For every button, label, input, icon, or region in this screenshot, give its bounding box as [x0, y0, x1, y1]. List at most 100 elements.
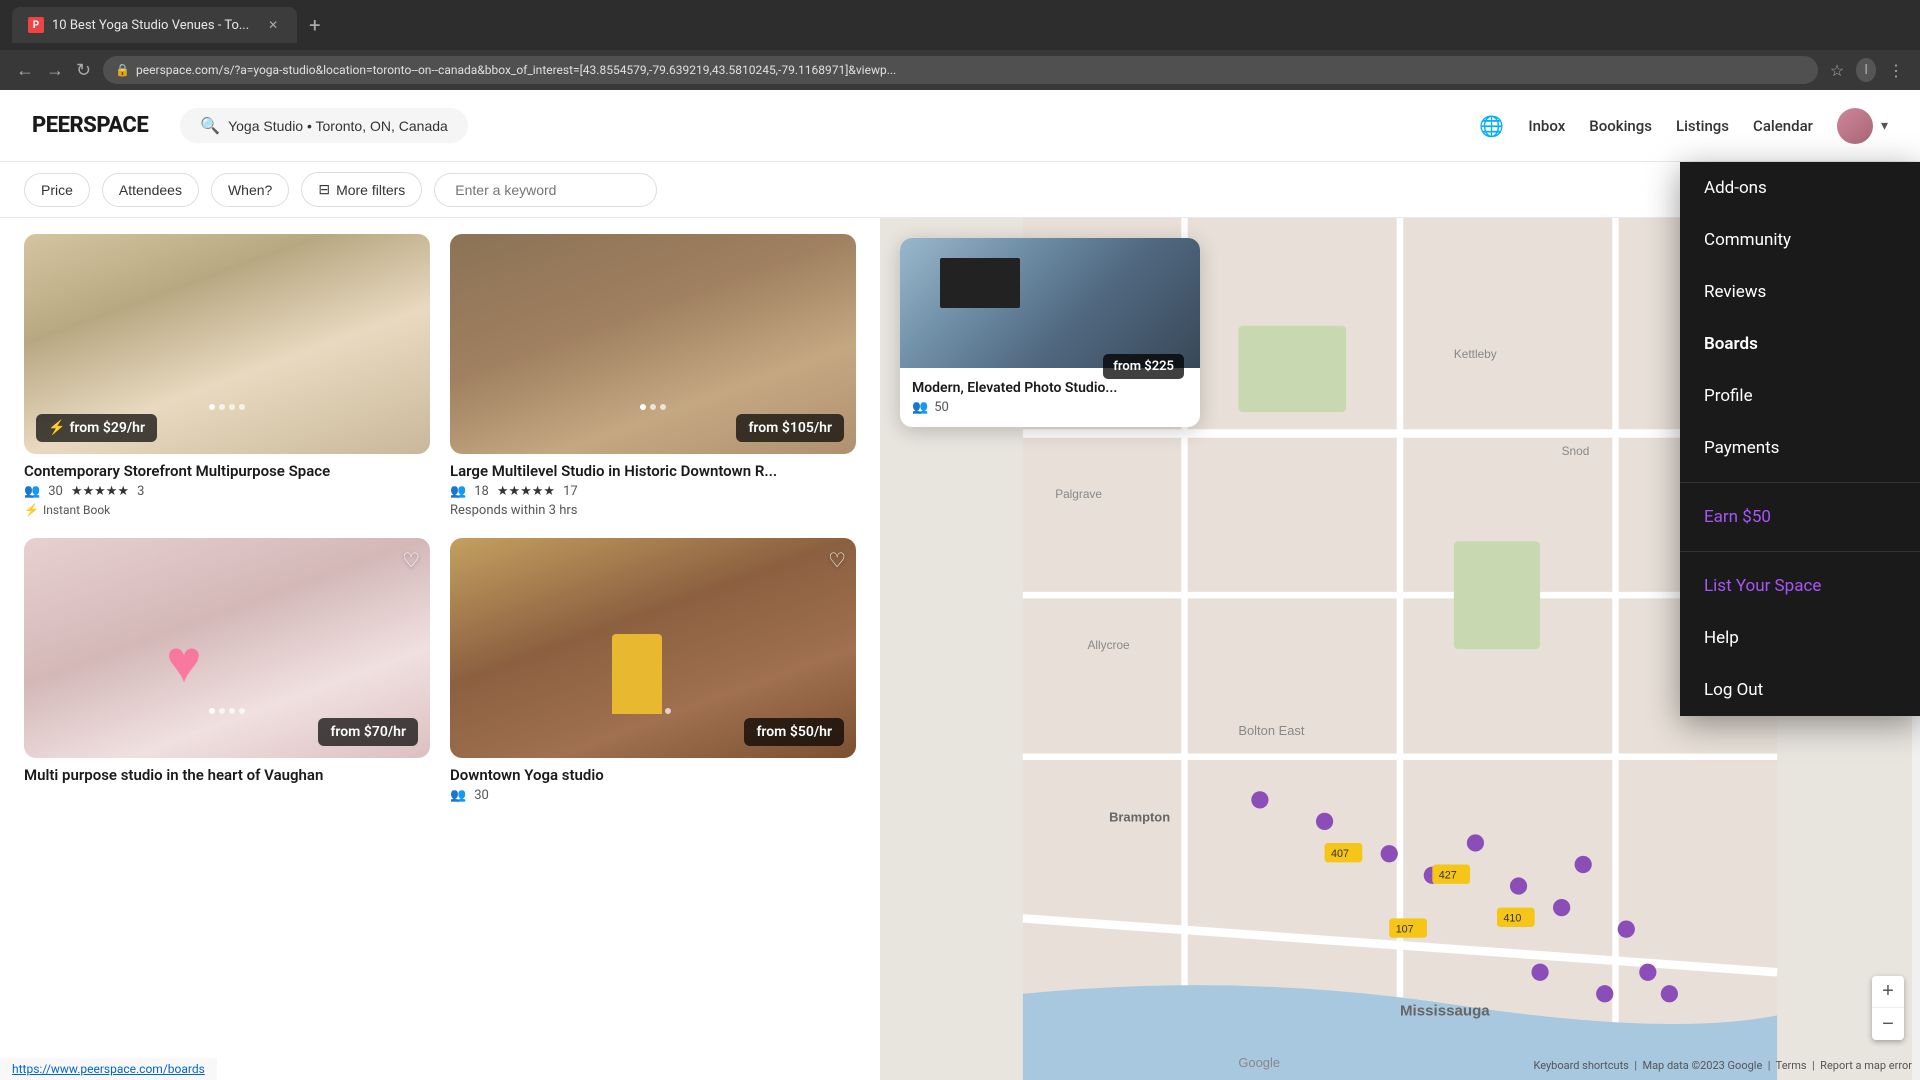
dropdown-item-help[interactable]: Help: [1680, 612, 1920, 664]
search-icon: 🔍: [200, 116, 220, 135]
instant-book-badge: ⚡ Instant Book: [24, 503, 110, 517]
search-input[interactable]: [228, 118, 448, 134]
reload-button[interactable]: ↻: [76, 60, 91, 81]
main-content: ⚡ from $29/hr Contemporary Storefront Mu…: [0, 218, 1920, 1080]
search-bar[interactable]: 🔍: [180, 108, 468, 143]
header-nav: 🌐 Inbox Bookings Listings Calendar ▾: [1479, 108, 1888, 144]
review-count: 17: [563, 484, 578, 499]
review-count: 3: [137, 484, 144, 499]
nav-inbox[interactable]: Inbox: [1528, 117, 1565, 135]
attendees-icon: 👥: [24, 484, 40, 499]
browser-title-bar: P 10 Best Yoga Studio Venues - To... ✕ +: [0, 0, 1920, 50]
svg-text:410: 410: [1503, 913, 1521, 925]
dot: [650, 404, 656, 410]
back-button[interactable]: ←: [16, 60, 34, 81]
nav-calendar[interactable]: Calendar: [1753, 117, 1813, 135]
svg-text:407: 407: [1331, 848, 1349, 860]
user-dropdown-menu: Add-ons Community Reviews Boards Profile…: [1680, 162, 1920, 716]
price-filter-button[interactable]: Price: [24, 173, 90, 207]
listing-meta: 👥 30: [450, 788, 856, 803]
listing-title: Large Multilevel Studio in Historic Down…: [450, 462, 856, 480]
attendees-icon: 👥: [450, 484, 466, 499]
listing-card[interactable]: ♡ from $70/hr ♥ Multi purpose studio in …: [24, 538, 430, 803]
favorite-button[interactable]: ♡: [828, 548, 846, 572]
price-badge: from $70/hr: [318, 718, 418, 746]
favorite-button[interactable]: ♡: [402, 548, 420, 572]
attendees-filter-button[interactable]: Attendees: [102, 173, 199, 207]
dropdown-item-community[interactable]: Community: [1680, 214, 1920, 266]
map-card-title: Modern, Elevated Photo Studio...: [912, 380, 1188, 396]
listing-title: Multi purpose studio in the heart of Vau…: [24, 766, 430, 784]
nav-bookings[interactable]: Bookings: [1589, 117, 1652, 135]
dropdown-item-payments[interactable]: Payments: [1680, 422, 1920, 474]
filter-icon: ⊟: [318, 181, 330, 198]
dropdown-divider: [1680, 551, 1920, 552]
svg-text:Snod: Snod: [1562, 444, 1590, 458]
dropdown-item-earn[interactable]: Earn $50: [1680, 491, 1920, 543]
avatar-button[interactable]: ▾: [1837, 108, 1888, 144]
zoom-in-button[interactable]: +: [1872, 976, 1904, 1008]
svg-text:107: 107: [1396, 923, 1414, 935]
map-card-price: from $225: [1103, 354, 1184, 379]
more-filters-button[interactable]: ⊟ More filters: [301, 172, 422, 207]
price-badge: from $50/hr: [744, 718, 844, 746]
more-options-icon[interactable]: ⋮: [1888, 61, 1904, 80]
dot: [229, 404, 235, 410]
filter-bar: Price Attendees When? ⊟ More filters: [0, 162, 1920, 218]
listing-image: ⚡ from $29/hr: [24, 234, 430, 454]
status-url: https://www.peerspace.com/boards: [12, 1062, 205, 1076]
price-badge: from $105/hr: [736, 414, 844, 442]
dropdown-item-list-space[interactable]: List Your Space: [1680, 560, 1920, 612]
site-logo[interactable]: PEERSPACE: [32, 113, 148, 138]
forward-button[interactable]: →: [46, 60, 64, 81]
dropdown-item-addons[interactable]: Add-ons: [1680, 162, 1920, 214]
dot: [209, 708, 215, 714]
lightning-price-badge: ⚡ from $29/hr: [36, 414, 157, 442]
avatar: [1837, 108, 1873, 144]
keyword-input[interactable]: [434, 173, 657, 207]
new-tab-button[interactable]: +: [309, 13, 320, 37]
image-dots: [209, 404, 245, 410]
when-filter-button[interactable]: When?: [211, 173, 289, 207]
zoom-out-button[interactable]: −: [1872, 1008, 1904, 1040]
tab-close-button[interactable]: ✕: [265, 17, 281, 33]
globe-icon[interactable]: 🌐: [1479, 114, 1504, 138]
dot: [239, 708, 245, 714]
listing-card[interactable]: ⚡ from $29/hr Contemporary Storefront Mu…: [24, 234, 430, 518]
chevron-down-icon: ▾: [1881, 118, 1888, 134]
dot: [219, 404, 225, 410]
decorative-door: [612, 634, 662, 714]
map-listing-card[interactable]: Modern, Elevated Photo Studio... 👥 50 fr…: [900, 238, 1200, 427]
lock-icon: 🔒: [115, 63, 130, 77]
map-card-attendees: 50: [934, 400, 949, 415]
lightning-small-icon: ⚡: [24, 503, 39, 517]
dot: [640, 404, 646, 410]
listing-card[interactable]: ♡ from $50/hr Downtown Yoga studio: [450, 538, 856, 803]
url-text: peerspace.com/s/?a=yoga-studio&location=…: [136, 63, 896, 77]
map-card-image: [900, 238, 1200, 368]
attendees-count: 30: [48, 484, 63, 499]
attendees-icon: 👥: [450, 788, 466, 803]
listing-meta: 👥 30 ★★★★★ 3: [24, 484, 430, 499]
image-dots: [640, 404, 666, 410]
address-bar[interactable]: 🔒 peerspace.com/s/?a=yoga-studio&locatio…: [103, 56, 1818, 84]
bookmark-icon[interactable]: ☆: [1830, 61, 1844, 80]
site-header: PEERSPACE 🔍 🌐 Inbox Bookings Listings Ca…: [0, 90, 1920, 162]
favicon: P: [28, 17, 44, 33]
star-rating: ★★★★★: [71, 484, 129, 499]
listing-card[interactable]: from $105/hr Large Multilevel Studio in …: [450, 234, 856, 518]
dot: [209, 404, 215, 410]
tab-title: 10 Best Yoga Studio Venues - To...: [52, 18, 249, 33]
dropdown-item-profile[interactable]: Profile: [1680, 370, 1920, 422]
listing-image: ♡ from $70/hr ♥: [24, 538, 430, 758]
map-attribution: Keyboard shortcuts | Map data ©2023 Goog…: [1533, 1059, 1912, 1072]
svg-text:Google: Google: [1238, 1055, 1280, 1070]
dropdown-item-boards[interactable]: Boards: [1680, 318, 1920, 370]
nav-listings[interactable]: Listings: [1676, 117, 1729, 135]
browser-tab[interactable]: P 10 Best Yoga Studio Venues - To... ✕: [12, 7, 297, 43]
dot: [229, 708, 235, 714]
profile-icon[interactable]: I: [1856, 58, 1876, 82]
dropdown-item-reviews[interactable]: Reviews: [1680, 266, 1920, 318]
attendees-count: 18: [474, 484, 489, 499]
dropdown-item-logout[interactable]: Log Out: [1680, 664, 1920, 716]
